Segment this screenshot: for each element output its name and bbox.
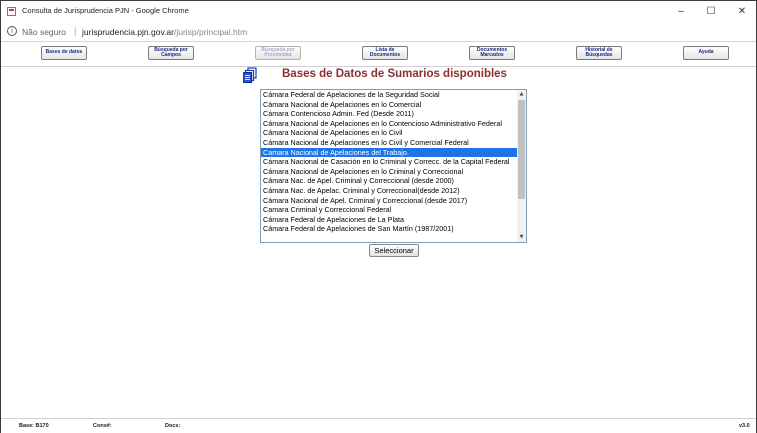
- list-item[interactable]: Cámara Nacional de Apelaciones en lo Cri…: [261, 167, 517, 177]
- status-docs: Docs:: [165, 423, 181, 429]
- scroll-down-arrow-icon[interactable]: ▼: [517, 233, 526, 242]
- list-item[interactable]: Cámara Nacional de Apelaciones en lo Com…: [261, 100, 517, 110]
- url-host: jurisprudencia.pjn.gov.ar: [82, 27, 174, 37]
- toolbar: Bases de datos Búsqueda por Campos Búsqu…: [1, 42, 756, 67]
- status-bar: Base: B170 Cons#: Docs: v3.0: [1, 418, 756, 433]
- minimize-button[interactable]: –: [667, 4, 695, 20]
- list-item[interactable]: Cámara Nacional de Casación en lo Crimin…: [261, 157, 517, 167]
- url-text[interactable]: jurisprudencia.pjn.gov.ar/jurisp/princip…: [82, 27, 247, 37]
- historial-de-busquedas-button[interactable]: Historial de Búsquedas: [576, 46, 622, 60]
- security-label[interactable]: Não seguro: [22, 27, 66, 37]
- maximize-button[interactable]: ☐: [697, 4, 725, 20]
- list-item[interactable]: Cámara Nacional de Apel. Criminal y Corr…: [261, 196, 517, 206]
- browser-window: Consulta de Jurisprudencia PJN - Google …: [0, 0, 757, 433]
- list-item[interactable]: Cámara Contencioso Admin. Fed (Desde 201…: [261, 109, 517, 119]
- list-item[interactable]: Cámara Nac. de Apel. Criminal y Correcci…: [261, 176, 517, 186]
- list-item[interactable]: Cámara Nacional de Apelaciones en lo Civ…: [261, 128, 517, 138]
- status-version: v3.0: [739, 423, 750, 429]
- list-item[interactable]: Cámara Federal de Apelaciones de la Segu…: [261, 90, 517, 100]
- list-item[interactable]: Cámara Federal de Apelaciones de San Mar…: [261, 224, 517, 234]
- busqueda-por-proximidad-button[interactable]: Búsqueda por Proximidad: [255, 46, 301, 60]
- seleccionar-button[interactable]: Seleccionar: [369, 244, 419, 257]
- list-item[interactable]: Cámara Nacional de Apelaciones en lo Civ…: [261, 138, 517, 148]
- busqueda-por-campos-button[interactable]: Búsqueda por Campos: [148, 46, 194, 60]
- info-icon[interactable]: i: [7, 26, 17, 36]
- address-separator: |: [74, 26, 77, 36]
- list-scrollbar[interactable]: ▲ ▼: [517, 90, 526, 242]
- list-item[interactable]: Camara Nacional de Apelaciones del Traba…: [261, 147, 517, 158]
- list-item[interactable]: Cámara Nac. de Apelac. Criminal y Correc…: [261, 186, 517, 196]
- address-bar[interactable]: i Não seguro | jurisprudencia.pjn.gov.ar…: [1, 23, 756, 42]
- database-listbox[interactable]: Cámara Federal de Apelaciones de la Segu…: [260, 89, 527, 243]
- page-title: Bases de Datos de Sumarios disponibles: [282, 68, 507, 80]
- list-item[interactable]: Cámara Federal de Apelaciones de La Plat…: [261, 215, 517, 225]
- list-item[interactable]: Cámara Nacional de Apelaciones en lo Con…: [261, 119, 517, 129]
- status-base: Base: B170: [19, 423, 49, 429]
- database-list[interactable]: Cámara Federal de Apelaciones de la Segu…: [261, 90, 517, 234]
- app-icon: [7, 7, 16, 16]
- window-title: Consulta de Jurisprudencia PJN - Google …: [22, 6, 189, 15]
- bases-de-datos-button[interactable]: Bases de datos: [41, 46, 87, 60]
- ayuda-button[interactable]: Ayuda: [683, 46, 729, 60]
- lista-de-documentos-button[interactable]: Lista de Documentos: [362, 46, 408, 60]
- scroll-thumb[interactable]: [518, 100, 525, 199]
- database-docs-icon: [243, 67, 257, 83]
- status-cons: Cons#:: [93, 423, 112, 429]
- documentos-marcados-button[interactable]: Documentos Marcados: [469, 46, 515, 60]
- scroll-up-arrow-icon[interactable]: ▲: [517, 90, 526, 99]
- list-item[interactable]: Camara Criminal y Correccional Federal: [261, 205, 517, 215]
- title-bar: Consulta de Jurisprudencia PJN - Google …: [1, 1, 756, 23]
- url-path: /jurisp/principal.htm: [173, 27, 248, 37]
- close-button[interactable]: ✕: [728, 4, 756, 20]
